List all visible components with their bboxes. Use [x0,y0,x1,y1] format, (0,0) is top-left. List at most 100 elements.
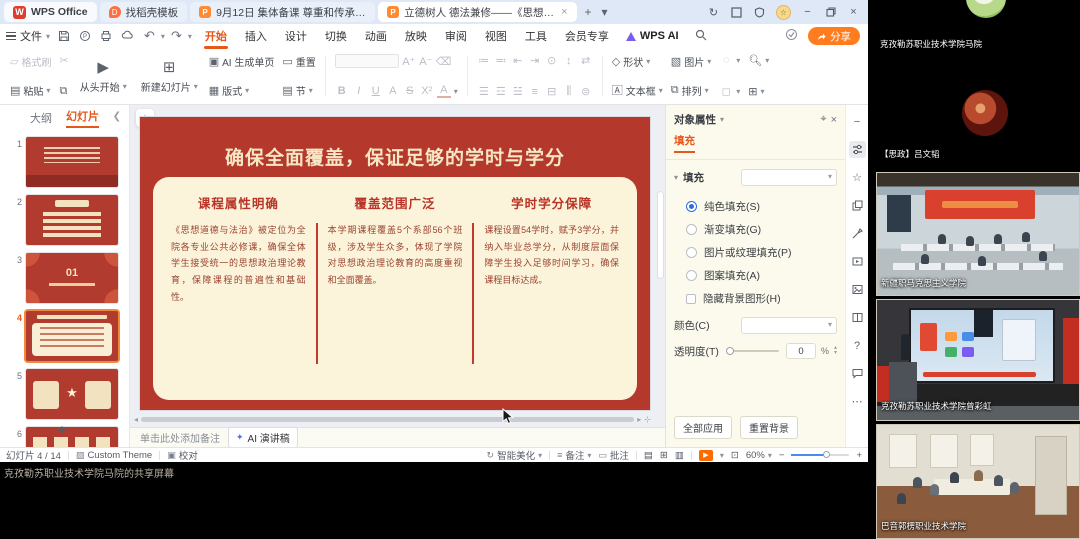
member-coin-icon[interactable]: ☆ [776,5,791,20]
text-direction-icon[interactable]: ⊙ [545,54,559,67]
tab-wps-ai[interactable]: WPS AI [626,30,679,42]
participant-video-5[interactable]: 巴音郭楞职业技术学院 [876,424,1080,539]
color-select[interactable] [741,317,837,334]
justify-icon[interactable]: ≡ [528,86,542,98]
layout-button[interactable]: ▦版式▾ [209,83,275,98]
help-icon[interactable]: ? [849,337,866,354]
normal-view-button[interactable]: ▤ [644,450,653,461]
line-spacing-icon[interactable]: ↕ [562,55,576,67]
tab-slides[interactable]: 幻灯片 [66,108,99,128]
tab-list-caret-icon[interactable]: ▾ [597,5,613,19]
notes-toggle-button[interactable]: ≡备注▾ [557,448,591,462]
slide-sorter-view-button[interactable]: ⊞ [660,450,668,461]
new-slide-button[interactable]: ⊞ 新建幻灯片▾ [134,52,205,100]
save-icon[interactable] [58,30,70,42]
export-pdf-icon[interactable]: P [79,30,91,42]
slide-thumbnail-1[interactable]: 1 [10,137,123,187]
transparency-slider[interactable] [726,350,779,352]
tab-slideshow[interactable]: 放映 [404,25,428,47]
tab-transition[interactable]: 切换 [324,25,348,47]
clear-format-icon[interactable]: ⌫ [436,55,450,68]
smart-beautify-button[interactable]: ↻智能美化▾ [487,448,543,462]
underline-button[interactable]: U [369,85,383,97]
stepper-icon[interactable]: ▴▾ [834,346,837,356]
thumbnail-preview[interactable] [26,195,118,245]
design-tools-icon[interactable] [849,225,866,242]
tab-document-2-active[interactable]: P 立德树人 德法兼修——《思想道... × [378,2,576,22]
effects-star-icon[interactable]: ☆ [849,169,866,186]
tab-view[interactable]: 视图 [484,25,508,47]
zoom-slider-handle[interactable] [823,451,830,458]
add-slide-button[interactable]: + [0,421,124,441]
thumbnail-preview[interactable] [26,137,118,187]
chevron-down-icon[interactable]: ▾ [720,451,724,460]
cloud-doc-icon[interactable] [121,30,134,42]
thumbnail-preview[interactable] [26,311,118,361]
columns-icon[interactable]: ⫼ [562,85,576,98]
tab-tools[interactable]: 工具 [524,25,548,47]
print-icon[interactable] [100,30,112,42]
cloud-sync-icon[interactable] [785,28,798,44]
ai-speech-button[interactable]: ✦ AI 演讲稿 [228,427,298,448]
tab-docer-templates[interactable]: D 找稻壳模板 [100,2,188,22]
tab-design[interactable]: 设计 [284,25,308,47]
slide-thumbnail-4-selected[interactable]: 4 [10,311,123,361]
refresh-icon[interactable]: ↻ [707,6,720,19]
textbox-button[interactable]: 🄰文本框▾ [612,82,663,98]
option-pattern-fill[interactable]: 图案填充(A) [666,264,845,287]
tab-insert[interactable]: 插入 [244,25,268,47]
font-color-button[interactable]: A [437,84,451,98]
increase-indent-icon[interactable]: ⇥ [528,54,542,67]
participant-video-3[interactable]: 新疆职马克思主义学院 [876,172,1080,296]
slide-thumbnail-3[interactable]: 3 01 [10,253,123,303]
slideshow-play-button[interactable]: ▶ [699,450,713,461]
chevron-down-icon[interactable]: ▾ [720,115,724,124]
thumbnail-preview[interactable]: ★ [26,369,118,419]
tab-outline[interactable]: 大纲 [30,110,52,126]
tab-document-1[interactable]: P 9月12日 集体备课 尊重和传承中华... [190,2,375,22]
transparency-value[interactable]: 0 [786,343,816,359]
tab-member[interactable]: 会员专享 [564,25,610,47]
workspace-icon[interactable] [730,6,743,19]
search-icon[interactable] [695,29,707,44]
copy-button[interactable]: ⧉ [59,85,68,98]
bullet-list-icon[interactable]: ≔ [477,54,491,67]
fill-tab[interactable]: 填充 [674,133,695,153]
reset-button[interactable]: ▭重置 [282,54,315,69]
close-window-button[interactable]: × [847,6,860,19]
option-picture-fill[interactable]: 图片或纹理填充(P) [666,241,845,264]
participant-video-1[interactable]: 克孜勒苏职业技术学院马院 [876,0,1080,54]
slide-thumbnail-2[interactable]: 2 [10,195,123,245]
collapse-rail-icon[interactable]: − [849,113,866,130]
notes-bar[interactable]: 单击此处添加备注 ✦ AI 演讲稿 [130,427,665,447]
option-gradient-fill[interactable]: 渐变填充(G) [666,218,845,241]
split-view-icon[interactable]: ⊹ [644,415,651,424]
close-panel-icon[interactable]: × [831,114,837,126]
reset-background-button[interactable]: 重置背景 [740,416,798,439]
minimize-button[interactable]: − [801,6,814,19]
restore-button[interactable] [824,6,837,19]
scrollbar-thumb[interactable] [141,417,634,422]
play-from-start-button[interactable]: ▶ 从头开始▾ [73,52,134,100]
zoom-out-button[interactable]: − [779,450,785,461]
panel-resize-handle[interactable] [657,191,664,279]
vertical-align-icon[interactable]: ⊜ [579,85,593,98]
shadow-button[interactable]: A [386,85,400,97]
outline-tool-icon[interactable]: ◻ [719,85,733,98]
distribute-icon[interactable]: ⊟ [545,85,559,98]
comments-button[interactable]: ▭批注 [598,448,629,462]
decrease-font-icon[interactable]: A⁻ [419,55,433,68]
fit-slide-button[interactable]: ⊡ [731,450,739,461]
increase-font-icon[interactable]: A⁺ [402,55,416,68]
reading-view-button[interactable]: ▥ [675,450,684,461]
bold-button[interactable]: B [335,85,349,97]
ai-generate-page-button[interactable]: ▣AI 生成单页 [209,54,275,69]
comment-icon[interactable] [849,365,866,382]
object-properties-icon[interactable] [849,141,866,158]
zoom-level[interactable]: 60%▾ [746,450,772,461]
horizontal-scrollbar[interactable]: ◂ ▸ ⊹ [134,415,651,423]
tab-animation[interactable]: 动画 [364,25,388,47]
convert-smartart-icon[interactable]: ⇄ [579,54,593,67]
participant-video-4[interactable]: 克孜勒苏职业技术学院曾彩虹 [876,299,1080,421]
participant-video-2[interactable]: 【思政】吕文韬 [876,54,1080,168]
